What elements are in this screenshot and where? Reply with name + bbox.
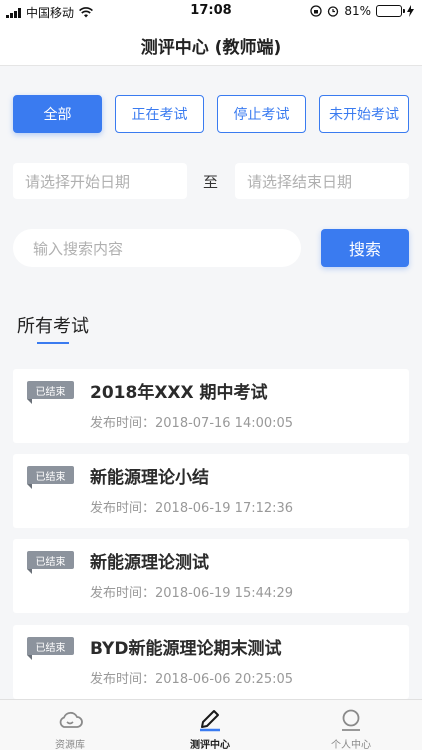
- exam-publish-time: 发布时间：2018-06-06 20:25:05: [90, 672, 294, 687]
- tab-label: 个人中心: [331, 740, 371, 750]
- tab-label: 测评中心: [190, 740, 230, 750]
- battery-percent: 81%: [344, 4, 371, 18]
- date-separator: 至: [203, 173, 219, 191]
- search-input[interactable]: 输入搜索内容: [13, 229, 301, 267]
- exam-title: 新能源理论小结: [90, 468, 209, 488]
- filter-all-button[interactable]: 全部: [13, 95, 102, 133]
- tab-profile[interactable]: 个人中心: [281, 700, 421, 750]
- exam-title: BYD新能源理论期末测试: [90, 639, 282, 659]
- exam-publish-time: 发布时间：2018-07-16 14:00:05: [90, 416, 294, 431]
- exam-publish-time: 发布时间：2018-06-19 17:12:36: [90, 501, 294, 516]
- status-badge: 已结束: [27, 551, 74, 574]
- status-badge: 已结束: [27, 466, 74, 489]
- rotation-lock-icon: [310, 5, 322, 17]
- tab-assessment[interactable]: 测评中心: [140, 700, 280, 750]
- tab-resources[interactable]: 资源库: [0, 700, 140, 750]
- cloud-icon: [59, 711, 83, 728]
- nav-bar: 测评中心 (教师端): [0, 22, 422, 66]
- exam-list-item[interactable]: 已结束 BYD新能源理论期末测试 发布时间：2018-06-06 20:25:0…: [13, 625, 409, 699]
- end-date-field[interactable]: 请选择结束日期: [235, 163, 409, 199]
- exam-list-item[interactable]: 已结束 新能源理论测试 发布时间：2018-06-19 15:44:29: [13, 539, 409, 613]
- search-button[interactable]: 搜索: [321, 229, 409, 267]
- section-underline: [37, 342, 69, 344]
- status-badge: 已结束: [27, 637, 74, 660]
- charging-icon: [407, 5, 414, 17]
- status-badge: 已结束: [27, 381, 74, 404]
- exam-title: 2018年XXX 期中考试: [90, 383, 268, 403]
- exam-publish-time: 发布时间：2018-06-19 15:44:29: [90, 586, 294, 601]
- alarm-icon: [328, 6, 339, 17]
- person-icon: [342, 709, 360, 731]
- page-title: 测评中心 (教师端): [140, 38, 282, 58]
- status-bar: 中国移动 17:08 81%: [0, 0, 422, 22]
- filter-ongoing-button[interactable]: 正在考试: [115, 95, 204, 133]
- status-right: 81%: [310, 4, 414, 18]
- pencil-icon: [200, 710, 220, 732]
- exam-title: 新能源理论测试: [90, 553, 209, 573]
- battery-icon: [376, 5, 405, 17]
- filter-stopped-button[interactable]: 停止考试: [217, 95, 306, 133]
- exam-list-item[interactable]: 已结束 2018年XXX 期中考试 发布时间：2018-07-16 14:00:…: [13, 369, 409, 443]
- exam-list-item[interactable]: 已结束 新能源理论小结 发布时间：2018-06-19 17:12:36: [13, 454, 409, 528]
- tab-label: 资源库: [55, 740, 85, 750]
- start-date-field[interactable]: 请选择开始日期: [13, 163, 187, 199]
- tab-bar: 资源库 测评中心 个人中心: [0, 699, 422, 750]
- filter-not-started-button[interactable]: 未开始考试: [319, 95, 409, 133]
- section-title: 所有考试: [17, 316, 89, 337]
